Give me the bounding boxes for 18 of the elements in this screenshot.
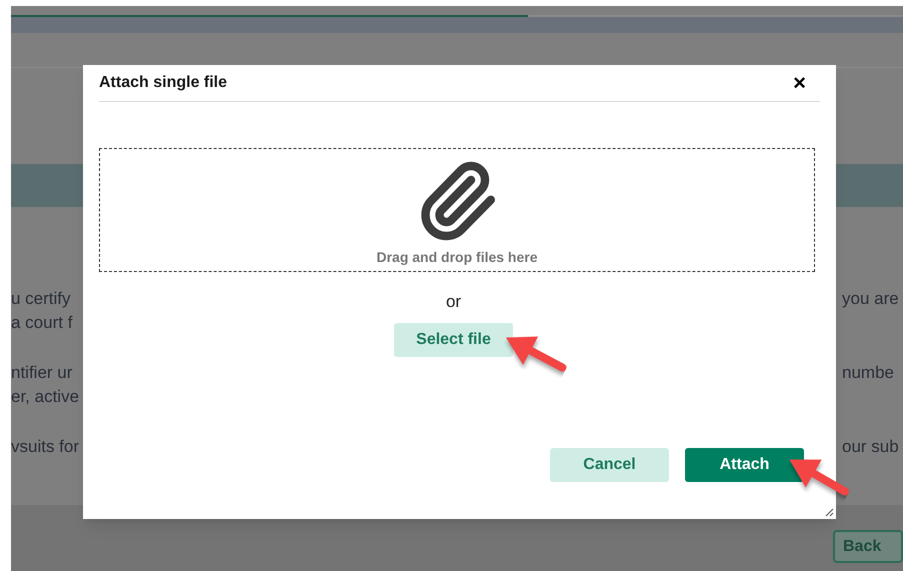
select-file-button[interactable]: Select file — [394, 322, 513, 356]
drop-hint: Drag and drop files here — [376, 248, 538, 267]
resize-grip-icon — [824, 507, 834, 517]
dialog-title: Attach single file — [99, 73, 228, 93]
cancel-button[interactable]: Cancel — [550, 448, 669, 482]
body-text: numbe — [842, 362, 895, 384]
body-text: er, active — [11, 386, 80, 408]
body-text: vsuits for — [11, 436, 80, 458]
body-text: u certify — [11, 288, 72, 310]
drop-zone[interactable]: Drag and drop files here — [99, 148, 815, 272]
body-text: a court f — [11, 312, 74, 334]
or-text: or — [446, 291, 462, 313]
body-text: ntifier ur — [11, 362, 74, 384]
close-button[interactable]: × — [793, 72, 806, 94]
body-text: our sub — [842, 436, 900, 458]
attach-button[interactable]: Attach — [685, 448, 804, 482]
body-text: you are — [842, 288, 900, 310]
back-button[interactable]: Back — [833, 530, 903, 563]
